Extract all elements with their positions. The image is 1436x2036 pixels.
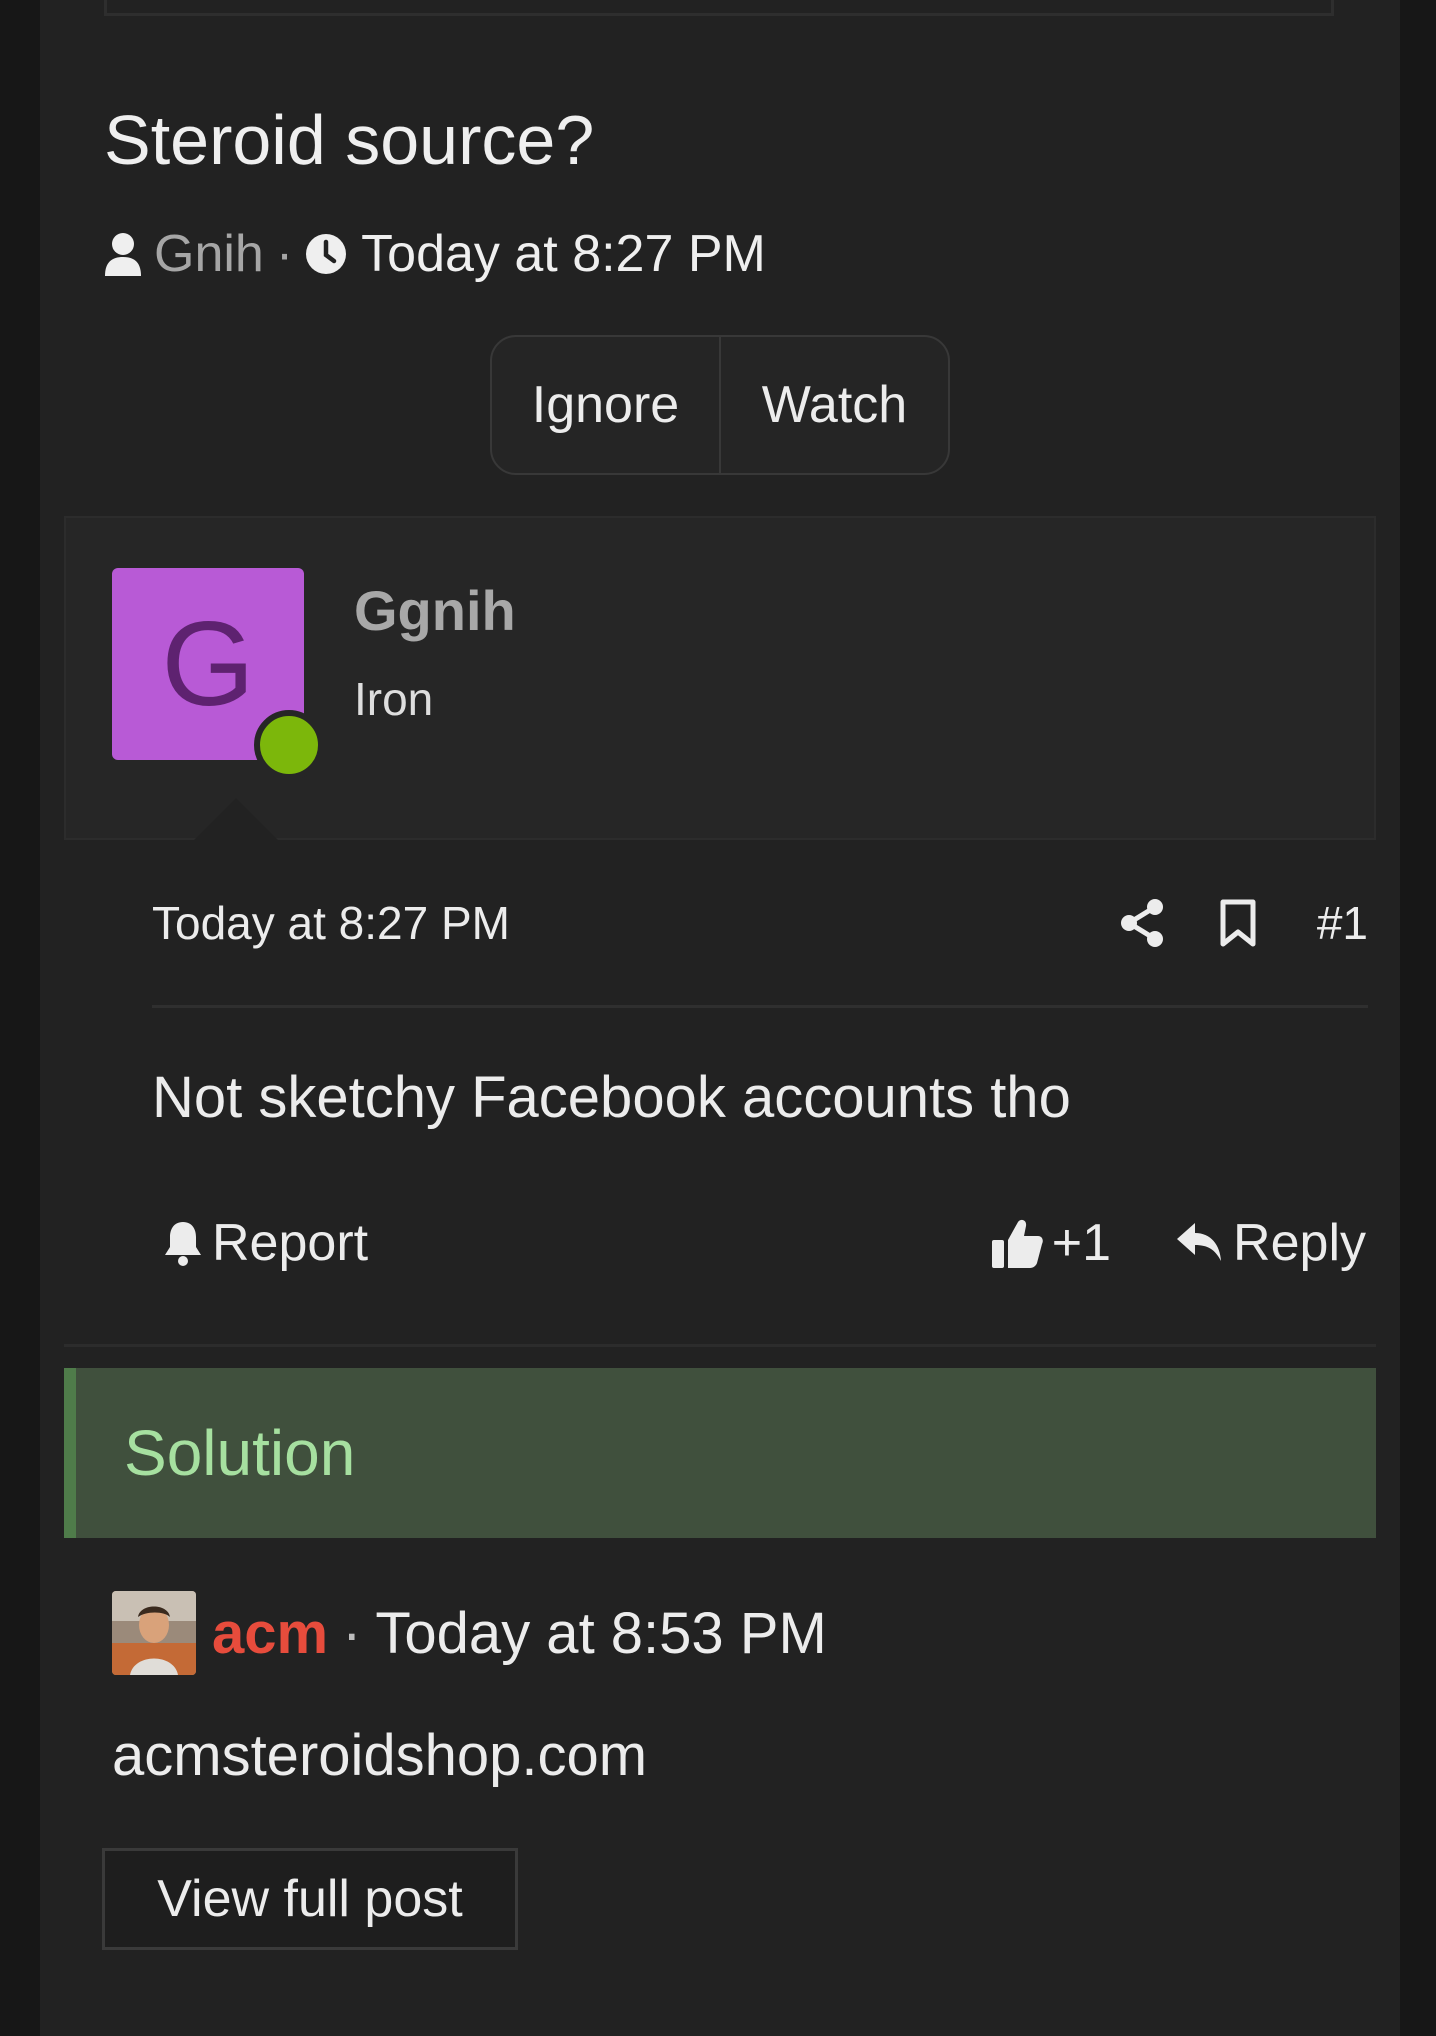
reply-button[interactable]: Reply [1175, 1213, 1366, 1273]
reply-label: Reply [1233, 1214, 1366, 1272]
solution-author-name[interactable]: acm [212, 1600, 328, 1667]
clock-icon [305, 233, 347, 275]
user-title: Iron [354, 673, 434, 725]
watch-button[interactable]: Watch [719, 337, 948, 473]
page: Steroid source? Gnih · Today at 8:27 PM … [40, 0, 1400, 2036]
online-status-indicator [254, 710, 324, 780]
thread-time[interactable]: Today at 8:27 PM [361, 224, 766, 284]
ignore-button[interactable]: Ignore [492, 337, 719, 473]
thread-title: Steroid source? [104, 101, 595, 179]
reply-icon [1175, 1221, 1225, 1265]
like-count: +1 [1051, 1214, 1112, 1272]
meta-separator: · [275, 225, 294, 283]
meta-separator: · [342, 1600, 362, 1666]
post-number-link[interactable]: #1 [1317, 896, 1368, 950]
report-label: Report [212, 1214, 369, 1272]
solution-header: Solution [64, 1368, 1376, 1538]
thread-meta: Gnih · Today at 8:27 PM [104, 222, 766, 286]
solution-time[interactable]: Today at 8:53 PM [375, 1600, 826, 1667]
user-icon [104, 232, 142, 276]
bookmark-icon[interactable] [1219, 899, 1257, 947]
thread-author-link[interactable]: Gnih [154, 224, 264, 284]
divider [152, 1005, 1368, 1008]
post-user-block: G Ggnih Iron [64, 516, 1376, 842]
avatar-letter: G [161, 597, 255, 731]
solution-author-avatar[interactable] [112, 1591, 196, 1675]
post-author-name[interactable]: Ggnih [354, 578, 516, 643]
solution-body: acmsteroidshop.com [112, 1723, 648, 1788]
thread-action-group: Ignore Watch [490, 335, 950, 475]
report-button[interactable]: Report [162, 1213, 368, 1273]
post-body: Not sketchy Facebook accounts tho [152, 1065, 1071, 1130]
post-actions: Report +1 Reply [162, 1210, 1366, 1276]
bell-icon [162, 1219, 204, 1267]
divider [64, 1344, 1376, 1347]
solution-label: Solution [124, 1417, 356, 1489]
solution-meta: acm · Today at 8:53 PM [112, 1590, 827, 1676]
user-block-arrow [192, 798, 280, 842]
post-meta: Today at 8:27 PM #1 [152, 890, 1368, 956]
view-full-post-button[interactable]: View full post [102, 1848, 518, 1950]
thumbs-up-icon [990, 1216, 1044, 1270]
like-button[interactable]: +1 [990, 1213, 1111, 1273]
previous-block-border [104, 0, 1334, 16]
post-time[interactable]: Today at 8:27 PM [152, 896, 510, 950]
share-icon[interactable] [1119, 898, 1165, 948]
